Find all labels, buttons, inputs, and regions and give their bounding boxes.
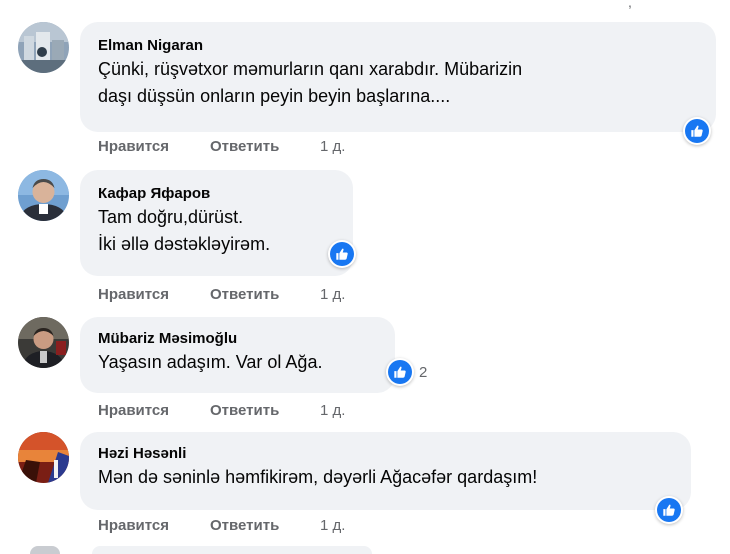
- reply-link[interactable]: Ответить: [210, 517, 320, 534]
- thumbs-up-icon: [655, 496, 683, 524]
- comment-text-line: daşı düşsün onların peyin beyin başların…: [98, 86, 451, 106]
- comment-author[interactable]: Elman Nigaran: [98, 36, 698, 56]
- next-comment-bubble: [92, 546, 372, 554]
- like-link[interactable]: Нравится: [98, 286, 210, 303]
- comment-text-line: İki əllə dəstəkləyirəm.: [98, 234, 271, 254]
- avatar[interactable]: [18, 170, 69, 221]
- comment-bubble: Həzi Həsənli Mən də səninlə həmfikirəm, …: [80, 432, 691, 510]
- avatar-photo: [18, 22, 69, 73]
- timestamp[interactable]: 1 д.: [320, 517, 345, 534]
- reply-link[interactable]: Ответить: [210, 286, 320, 303]
- comment-author[interactable]: Mübariz Məsimoğlu: [98, 329, 377, 349]
- comment-actions: Нравится Ответить 1 д.: [98, 517, 345, 534]
- thumbs-up-icon: [328, 240, 356, 268]
- reply-link[interactable]: Ответить: [210, 138, 320, 155]
- comment-actions: Нравится Ответить 1 д.: [98, 402, 345, 419]
- reaction-summary[interactable]: 2: [386, 358, 427, 386]
- avatar[interactable]: [18, 317, 69, 368]
- avatar-photo: [18, 317, 69, 368]
- cut-off-item: ,: [628, 0, 632, 10]
- comment-bubble: Кафар Яфаров Tam doğru,dürüst. İki əllə …: [80, 170, 353, 276]
- reaction-summary[interactable]: [328, 240, 356, 268]
- reply-link[interactable]: Ответить: [210, 402, 320, 419]
- comment-text-line: Mən də səninlə həmfikirəm, dəyərli Ağacə…: [98, 467, 538, 487]
- comment-author[interactable]: Кафар Яфаров: [98, 184, 335, 204]
- comment-actions: Нравится Ответить 1 д.: [98, 286, 345, 303]
- timestamp[interactable]: 1 д.: [320, 138, 345, 155]
- timestamp[interactable]: 1 д.: [320, 402, 345, 419]
- timestamp[interactable]: 1 д.: [320, 286, 345, 303]
- comment-text-line: Tam doğru,dürüst.: [98, 207, 244, 227]
- comment-actions: Нравится Ответить 1 д.: [98, 138, 345, 155]
- like-link[interactable]: Нравится: [98, 138, 210, 155]
- reaction-summary[interactable]: [683, 117, 711, 145]
- comment-text-line: Yaşasın adaşım. Var ol Ağa.: [98, 352, 323, 372]
- avatar[interactable]: [18, 22, 69, 73]
- thumbs-up-icon: [683, 117, 711, 145]
- like-link[interactable]: Нравится: [98, 517, 210, 534]
- thumbs-up-icon: [386, 358, 414, 386]
- avatar-photo: [18, 170, 69, 221]
- reaction-summary[interactable]: [655, 496, 683, 524]
- next-comment-avatar: [30, 546, 60, 554]
- comment-bubble: Mübariz Məsimoğlu Yaşasın adaşım. Var ol…: [80, 317, 395, 393]
- like-link[interactable]: Нравится: [98, 402, 210, 419]
- comment-author[interactable]: Həzi Həsənli: [98, 444, 673, 464]
- comment-bubble: Elman Nigaran Çünki, rüşvətxor məmurları…: [80, 22, 716, 132]
- reaction-count: 2: [419, 363, 428, 381]
- avatar[interactable]: [18, 432, 69, 483]
- avatar-photo: [18, 432, 69, 483]
- comment-text-line: Çünki, rüşvətxor məmurların qanı xarabdı…: [98, 59, 523, 79]
